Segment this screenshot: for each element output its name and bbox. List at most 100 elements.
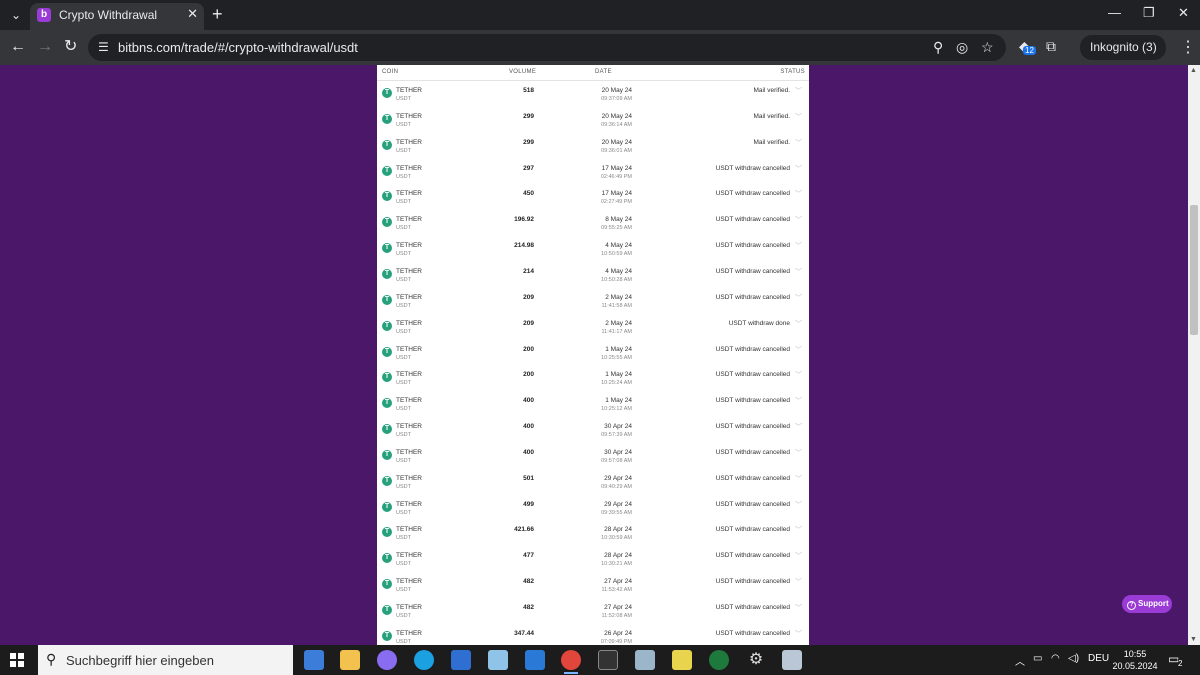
chevron-down-icon[interactable]: ﹀	[795, 577, 802, 587]
table-row[interactable]: T TETHER USDT 482 27 Apr 24 11:53:42 AM USDT w…	[377, 576, 809, 602]
status-text: USDT withdraw cancelled	[715, 474, 790, 482]
chevron-down-icon[interactable]: ﹀	[795, 603, 802, 613]
support-button[interactable]: ? Support	[1122, 595, 1172, 613]
table-row[interactable]: T TETHER USDT 196.92 8 May 24 09:55:25 AM USDT…	[377, 214, 809, 240]
coin-symbol: USDT	[396, 587, 411, 594]
app-icon[interactable]	[488, 650, 508, 670]
app-icon-4[interactable]	[782, 650, 802, 670]
volume-icon[interactable]: ◁)	[1068, 653, 1079, 664]
zoom-icon[interactable]: ⚲	[933, 39, 943, 56]
coin-symbol: USDT	[396, 561, 411, 568]
table-row[interactable]: T TETHER USDT 421.66 28 Apr 24 10:30:59 AM USD…	[377, 524, 809, 550]
table-row[interactable]: T TETHER USDT 214.98 4 May 24 10:50:59 AM USDT…	[377, 240, 809, 266]
table-row[interactable]: T TETHER USDT 297 17 May 24 02:46:49 PM USDT w…	[377, 163, 809, 189]
table-row[interactable]: T TETHER USDT 209 2 May 24 11:41:17 AM USDT wi…	[377, 318, 809, 344]
scroll-down-icon[interactable]: ▼	[1190, 636, 1197, 643]
reload-icon[interactable]: ↻	[64, 38, 77, 56]
site-info-icon[interactable]: ☰	[98, 40, 109, 54]
table-row[interactable]: T TETHER USDT 400 1 May 24 10:25:12 AM USDT wi…	[377, 395, 809, 421]
table-row[interactable]: T TETHER USDT 209 2 May 24 11:41:58 AM USDT wi…	[377, 292, 809, 318]
chevron-down-icon[interactable]: ﹀	[795, 267, 802, 277]
forward-icon[interactable]: →	[37, 38, 53, 56]
windows-start-icon[interactable]	[10, 653, 24, 667]
bookmark-star-icon[interactable]: ☆	[981, 39, 994, 56]
app-icon-2[interactable]	[525, 650, 545, 670]
battery-icon[interactable]: ▭	[1033, 653, 1042, 664]
app-icon-3[interactable]	[635, 650, 655, 670]
back-icon[interactable]: ←	[10, 38, 26, 56]
chevron-down-icon[interactable]: ﹀	[795, 551, 802, 561]
chrome-icon[interactable]	[561, 650, 581, 674]
time-value: 10:25:12 AM	[601, 406, 632, 413]
table-row[interactable]: T TETHER USDT 400 30 Apr 24 09:57:39 AM USDT w…	[377, 421, 809, 447]
header-date: DATE	[595, 69, 612, 75]
restore-icon[interactable]: ❐	[1143, 5, 1155, 21]
chevron-down-icon[interactable]: ﹀	[795, 474, 802, 484]
page-viewport: COIN VOLUME DATE STATUS T TETHER USDT 518 20…	[0, 65, 1188, 645]
table-row[interactable]: T TETHER USDT 400 30 Apr 24 09:57:08 AM USDT w…	[377, 447, 809, 473]
table-row[interactable]: T TETHER USDT 200 1 May 24 10:25:55 AM USDT wi…	[377, 344, 809, 370]
chevron-down-icon[interactable]: ﹀	[795, 629, 802, 639]
table-row[interactable]: T TETHER USDT 200 1 May 24 10:25:24 AM USDT wi…	[377, 369, 809, 395]
terminal-icon[interactable]	[598, 650, 618, 670]
copilot-icon[interactable]	[377, 650, 397, 670]
menu-kebab-icon[interactable]: ⋮	[1180, 37, 1196, 57]
sticky-notes-icon[interactable]	[672, 650, 692, 670]
chevron-down-icon[interactable]: ﹀	[795, 241, 802, 251]
wifi-icon[interactable]: ◠	[1051, 653, 1060, 664]
chevron-down-icon[interactable]: ﹀	[795, 500, 802, 510]
chevron-down-icon[interactable]: ﹀	[795, 86, 802, 96]
settings-gear-icon[interactable]: ⚙	[746, 650, 766, 670]
tab-search-icon[interactable]: ⌄	[6, 6, 26, 24]
extensions-puzzle-icon[interactable]: ⧉	[1046, 38, 1056, 55]
chevron-down-icon[interactable]: ﹀	[795, 138, 802, 148]
chevron-down-icon[interactable]: ﹀	[795, 215, 802, 225]
close-tab-icon[interactable]: ✕	[187, 6, 198, 22]
chevron-down-icon[interactable]: ﹀	[795, 319, 802, 329]
chevron-down-icon[interactable]: ﹀	[795, 164, 802, 174]
eye-off-icon[interactable]: ◎	[956, 39, 968, 56]
scrollbar-thumb[interactable]	[1190, 205, 1198, 335]
scroll-up-icon[interactable]: ▲	[1190, 67, 1197, 74]
mail-app-icon[interactable]	[304, 650, 324, 670]
address-bar[interactable]: ☰ bitbns.com/trade/#/crypto-withdrawal/u…	[88, 34, 1006, 61]
volume-value: 347.44	[514, 629, 534, 637]
table-row[interactable]: T TETHER USDT 518 20 May 24 09:37:09 AM Mail v…	[377, 85, 809, 111]
table-row[interactable]: T TETHER USDT 477 28 Apr 24 10:30:21 AM USDT w…	[377, 550, 809, 576]
url-text[interactable]: bitbns.com/trade/#/crypto-withdrawal/usd…	[118, 40, 358, 55]
chevron-down-icon[interactable]: ﹀	[795, 525, 802, 535]
table-row[interactable]: T TETHER USDT 501 29 Apr 24 09:40:29 AM USDT w…	[377, 473, 809, 499]
edge-icon[interactable]	[414, 650, 434, 670]
table-row[interactable]: T TETHER USDT 347.44 26 Apr 24 07:09:49 PM USD…	[377, 628, 809, 645]
status-text: USDT withdraw cancelled	[715, 267, 790, 275]
close-window-icon[interactable]: ✕	[1178, 5, 1189, 21]
chevron-down-icon[interactable]: ﹀	[795, 293, 802, 303]
game-icon[interactable]	[709, 650, 729, 670]
tab-strip: ⌄ b Crypto Withdrawal ✕ + — ❐ ✕	[0, 0, 1200, 30]
table-row[interactable]: T TETHER USDT 450 17 May 24 02:27:49 PM USDT w…	[377, 188, 809, 214]
language-indicator[interactable]: DEU	[1088, 653, 1109, 664]
incognito-button[interactable]: Inkognito (3)	[1080, 35, 1166, 60]
chevron-down-icon[interactable]: ﹀	[795, 189, 802, 199]
chevron-down-icon[interactable]: ﹀	[795, 370, 802, 380]
table-row[interactable]: T TETHER USDT 299 20 May 24 09:36:14 AM Mail v…	[377, 111, 809, 137]
page-scrollbar[interactable]: ▲ ▼	[1188, 65, 1200, 645]
table-row[interactable]: T TETHER USDT 214 4 May 24 10:50:28 AM USDT wi…	[377, 266, 809, 292]
coin-symbol: USDT	[396, 613, 411, 619]
new-tab-icon[interactable]: +	[212, 4, 223, 25]
table-row[interactable]: T TETHER USDT 482 27 Apr 24 11:52:08 AM USDT w…	[377, 602, 809, 628]
taskbar-search[interactable]: ⚲ Suchbegriff hier eingeben	[38, 645, 293, 675]
table-row[interactable]: T TETHER USDT 499 29 Apr 24 09:39:55 AM USDT w…	[377, 499, 809, 525]
tray-expand-icon[interactable]: ︿	[1015, 653, 1025, 668]
tab-crypto-withdrawal[interactable]: b Crypto Withdrawal ✕	[30, 3, 204, 30]
chevron-down-icon[interactable]: ﹀	[795, 396, 802, 406]
clock[interactable]: 10:55 20.05.2024	[1110, 648, 1160, 672]
table-row[interactable]: T TETHER USDT 299 20 May 24 09:36:01 AM Mail v…	[377, 137, 809, 163]
chevron-down-icon[interactable]: ﹀	[795, 422, 802, 432]
file-explorer-icon[interactable]	[340, 650, 360, 670]
chevron-down-icon[interactable]: ﹀	[795, 345, 802, 355]
minimize-icon[interactable]: —	[1108, 5, 1121, 20]
chevron-down-icon[interactable]: ﹀	[795, 448, 802, 458]
chevron-down-icon[interactable]: ﹀	[795, 112, 802, 122]
store-icon[interactable]	[451, 650, 471, 670]
